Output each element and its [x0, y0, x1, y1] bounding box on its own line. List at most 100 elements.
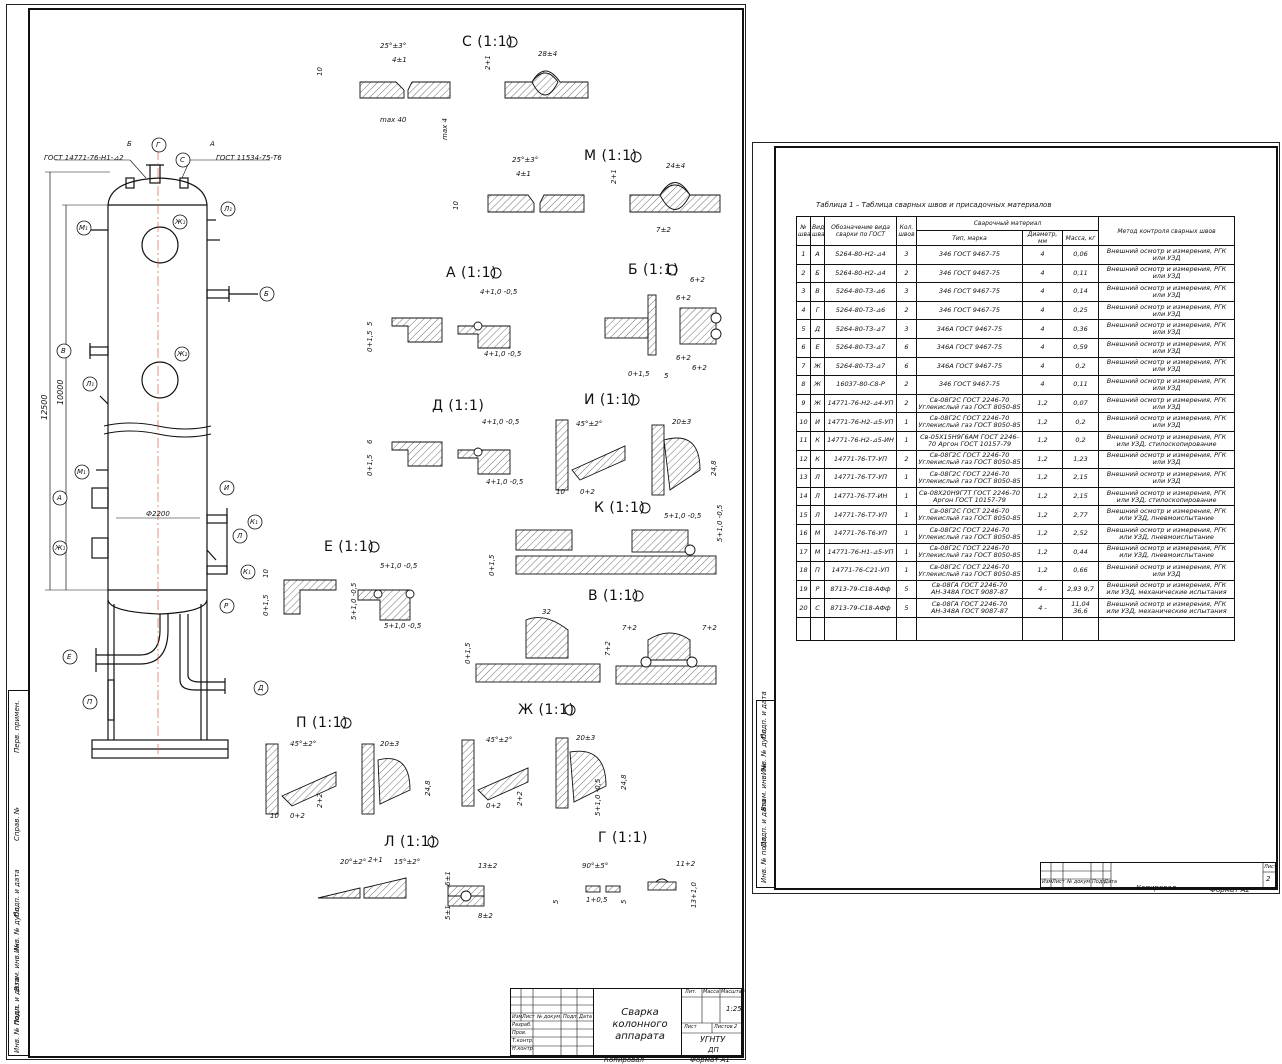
dimension-text: 5+1,0 -0,5	[664, 512, 702, 520]
sheet2-copied: Копировал	[1136, 884, 1176, 892]
dimension-text: 7±2	[656, 226, 671, 234]
cell-diameter: 4 -	[1022, 579, 1063, 600]
header-type: Тип, марка	[916, 230, 1023, 246]
cell-empty	[824, 616, 897, 641]
cell-method: Внешний осмотр и измерения, РГК или УЗД	[1098, 412, 1236, 432]
footer-col: № докум.	[1067, 879, 1092, 885]
dimension-text: 10	[556, 488, 565, 496]
cell-designation: 14771-76-Т7-ИН	[824, 486, 897, 507]
dimension-text: 2+2	[516, 791, 524, 806]
cell-count: 1	[896, 486, 917, 507]
dimension-text: 45°±2°	[486, 736, 513, 744]
cell-count: 6	[896, 337, 917, 358]
cell-type: Св-08Г2С ГОСТ 2246-70 Углекислый газ ГОС…	[916, 393, 1023, 414]
cell-count: 1	[896, 561, 917, 581]
cell-mass: 0,2	[1061, 430, 1100, 451]
dimension-text: 5	[664, 372, 669, 380]
dimension-text: 13+1,0	[690, 882, 698, 908]
cell-diameter: 1,2	[1022, 505, 1063, 525]
cell-method: Внешний осмотр и измерения, РГК или УЗД	[1098, 245, 1236, 265]
cell-diameter: 4	[1022, 337, 1063, 358]
dimension-text: 24,8	[710, 460, 718, 476]
cell-designation: 14771-76-Н1-⊿5-УП	[824, 542, 897, 563]
dimension-text: 5	[366, 321, 374, 326]
cell-empty	[916, 616, 1023, 641]
detail-label: М (1:1)	[584, 148, 638, 164]
detail-label: И (1:1)	[584, 392, 636, 408]
detail-label: Ж (1:1)	[518, 702, 575, 718]
strip-text: Подп. и дата	[760, 691, 768, 739]
table-row: 4 Г 5264-80-Т3-⊿6 2 346 ГОСТ 9467-75 4 0,25 Вне…	[796, 300, 1236, 321]
footer-sheet-label: Лист	[1264, 864, 1277, 870]
cell-kind: Ж	[810, 356, 825, 377]
table-row: 11 К 14771-76-Н2-⊿5-ИН 1 Св-05Х15Н9Г6АМ ГОСТ…	[796, 430, 1236, 451]
cell-type: 346 ГОСТ 9467-75	[916, 375, 1023, 395]
cell-count: 1	[896, 523, 917, 544]
cell-num: 7	[796, 356, 811, 377]
cell-diameter: 4 -	[1022, 598, 1063, 618]
dimension-text: 0+1,5	[488, 554, 496, 576]
cell-mass: 2,15	[1061, 468, 1100, 488]
cell-mass: 0,2	[1061, 356, 1100, 377]
cell-count: 3	[896, 245, 917, 265]
cell-kind: Б	[810, 263, 825, 284]
cell-mass: 0,14	[1061, 282, 1100, 302]
cell-designation: 5264-80-Т3-⊿6	[824, 300, 897, 321]
cell-kind: Л	[810, 468, 825, 488]
cell-diameter: 1,2	[1022, 412, 1063, 432]
dimension-text: 0+2	[290, 812, 305, 820]
table-row: 2 Б 5264-80-Н2-⊿4 2 346 ГОСТ 9467-75 4 0,11 Вне…	[796, 263, 1236, 284]
dimension-text: 7+2	[702, 624, 717, 632]
cell-designation: 16037-80-С8-Р	[824, 375, 897, 395]
cell-designation: 14771-76-Н2-⊿5-УП	[824, 412, 897, 432]
table-row: 10 И 14771-76-Н2-⊿5-УП 1 Св-08Г2С ГОСТ 2246-…	[796, 412, 1236, 432]
dimension-text: 24,8	[620, 774, 628, 790]
table-row: 17 М 14771-76-Н1-⊿5-УП 1 Св-08Г2С ГОСТ 2246-…	[796, 542, 1236, 563]
cell-count: 2	[896, 375, 917, 395]
dimension-text: 24±4	[666, 162, 686, 170]
cell-method: Внешний осмотр и измерения, РГК или УЗД	[1098, 282, 1236, 302]
footer-col: Дата	[1104, 879, 1117, 885]
sheet1-format: Формат A1	[690, 1056, 730, 1064]
cell-num: 14	[796, 486, 811, 507]
header-kind: Вид шва	[810, 216, 825, 246]
cell-type: Св-08ГА ГОСТ 2246-70 АН-348А ГОСТ 9087-8…	[916, 598, 1023, 618]
cell-num: 17	[796, 542, 811, 563]
cell-diameter: 4	[1022, 356, 1063, 377]
cell-num: 19	[796, 579, 811, 600]
cell-mass: 2,93 9,7	[1061, 579, 1100, 600]
cell-count: 1	[896, 430, 917, 451]
cell-mass: 0,44	[1061, 542, 1100, 563]
cell-kind: Д	[810, 319, 825, 339]
table-row: 8 Ж 16037-80-С8-Р 2 346 ГОСТ 9467-75 4 0,11 Вне…	[796, 375, 1236, 395]
header-mass: Масса, кг	[1061, 230, 1100, 246]
tb-code: ДП	[708, 1046, 719, 1054]
dimension-text: 10	[262, 569, 270, 578]
cell-num: 10	[796, 412, 811, 432]
table-row: 18 П 14771-76-С21-УП 1 Св-08Г2С ГОСТ 2246-70…	[796, 561, 1236, 581]
detail-label: А (1:1)	[446, 265, 497, 281]
dimension-text: 0+2	[580, 488, 595, 496]
dimension-text: 6+2	[692, 364, 707, 372]
detail-label: П (1:1)	[296, 715, 348, 731]
table-row: 3 В 5264-80-Т3-⊿6 3 346 ГОСТ 9467-75 4 0,14 Вне…	[796, 282, 1236, 302]
cell-count: 2	[896, 300, 917, 321]
cell-num: 20	[796, 598, 811, 618]
cell-num: 2	[796, 263, 811, 284]
cell-type: 346А ГОСТ 9467-75	[916, 356, 1023, 377]
table-title: Таблица 1 – Таблица сварных швов и приса…	[816, 201, 1052, 209]
dimension-text: 0+1,5	[464, 642, 472, 664]
dimension-text: max 40	[380, 116, 407, 124]
detail-label: В (1:1)	[588, 588, 640, 604]
dimension-text: 13±2	[478, 862, 498, 870]
dimension-text: 20°±2°	[340, 858, 367, 866]
dimension-text: 2+2	[316, 793, 324, 808]
footer-sheet-num: 2	[1266, 875, 1271, 883]
cell-type: Св-08ГА ГОСТ 2246-70 АН-348А ГОСТ 9087-8…	[916, 579, 1023, 600]
sheet2-format: Формат А2	[1210, 886, 1250, 894]
cell-num: 8	[796, 375, 811, 395]
tb-role: Т.контр.	[512, 1038, 534, 1044]
cell-num: 12	[796, 449, 811, 470]
cell-mass: 1,23	[1061, 449, 1100, 470]
cell-kind: К	[810, 449, 825, 470]
